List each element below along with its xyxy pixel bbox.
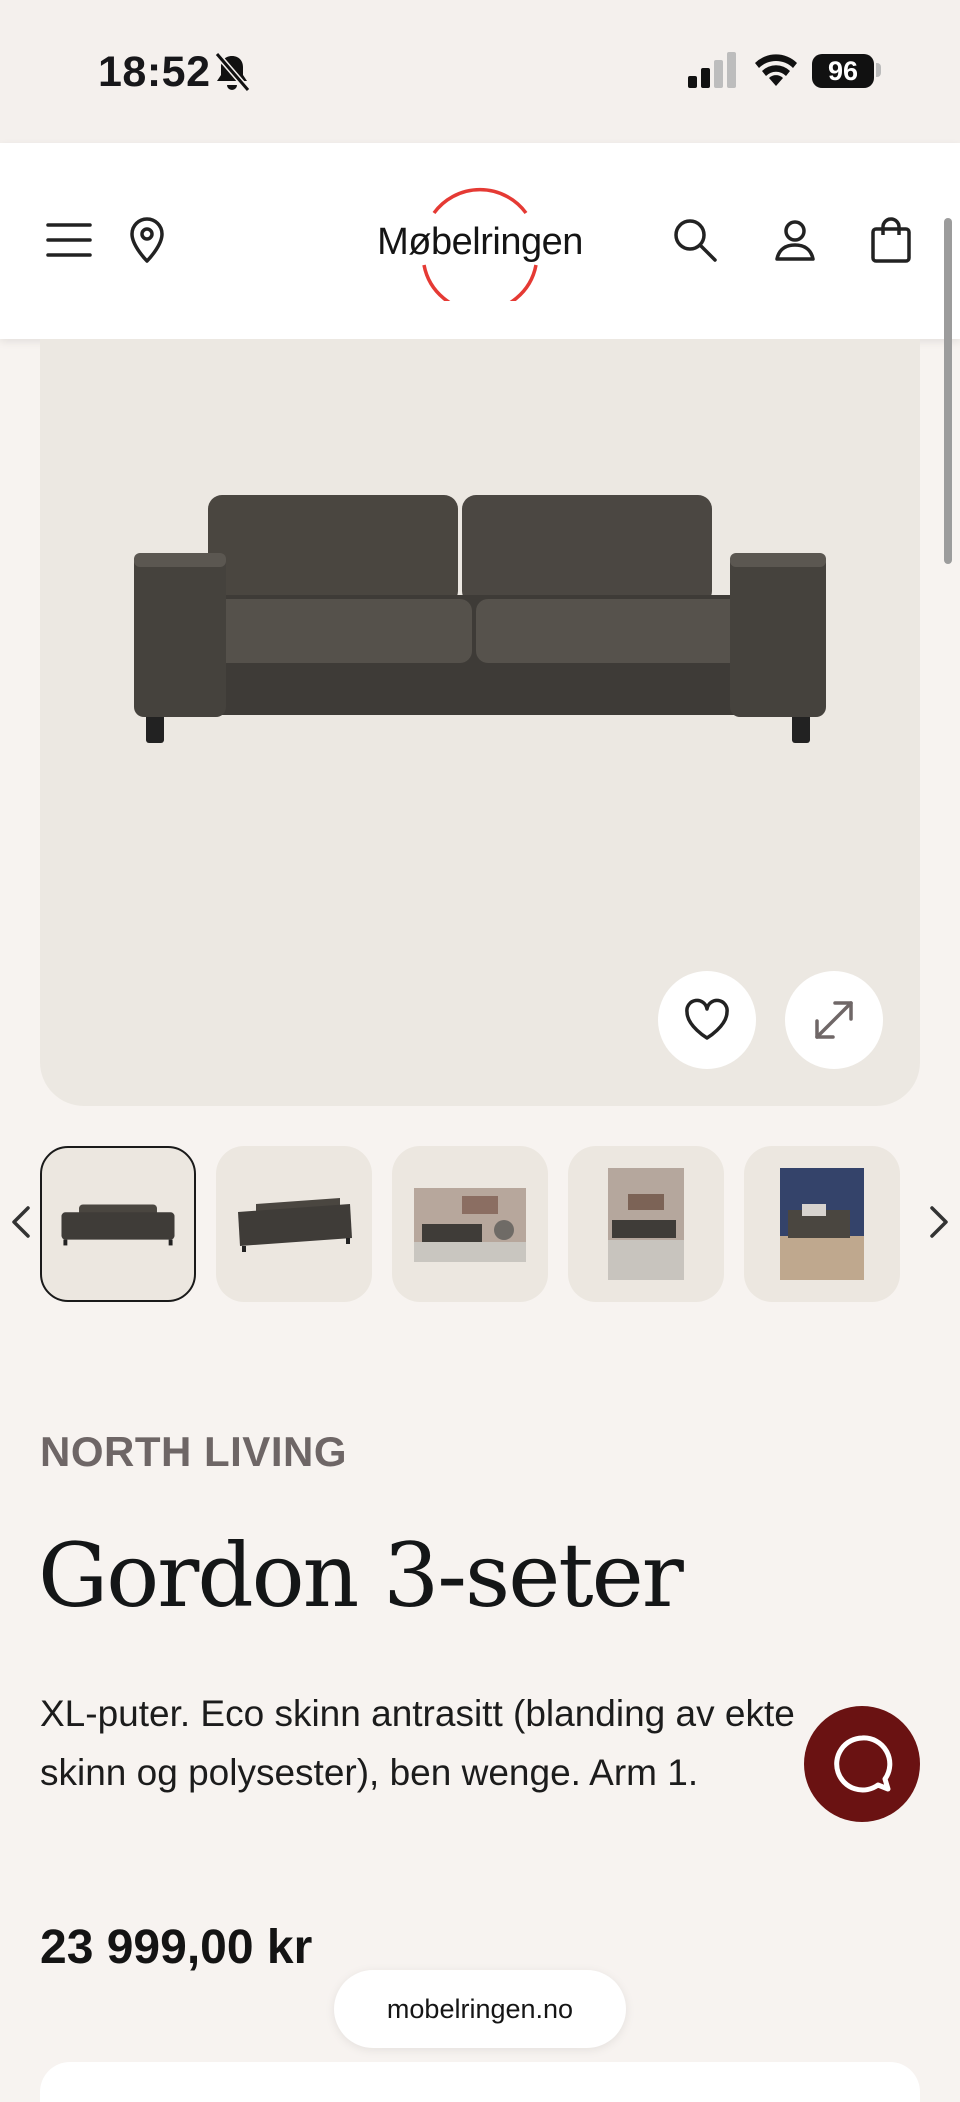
- favorite-button[interactable]: [658, 971, 756, 1069]
- chat-button[interactable]: [804, 1706, 920, 1822]
- cellular-signal-icon: [688, 52, 736, 88]
- brand-logo[interactable]: Møbelringen: [360, 183, 600, 301]
- thumbnail-3[interactable]: [392, 1146, 548, 1302]
- bottom-panel: [40, 2062, 920, 2102]
- browser-url-bar[interactable]: mobelringen.no: [334, 1970, 626, 2048]
- status-time: 18:52: [98, 48, 211, 96]
- site-header: Møbelringen: [0, 143, 960, 339]
- product-description: XL-puter. Eco skinn antrasitt (blanding …: [40, 1693, 795, 1793]
- fullscreen-button[interactable]: [785, 971, 883, 1069]
- sofa-image: [134, 495, 826, 743]
- search-icon[interactable]: [670, 215, 720, 265]
- menu-icon[interactable]: [44, 215, 94, 265]
- product-price: 23 999,00 kr: [40, 1921, 313, 1974]
- thumbnail-2[interactable]: [216, 1146, 372, 1302]
- thumbnails-next-icon[interactable]: [924, 1200, 954, 1244]
- product-brand[interactable]: NORTH LIVING: [40, 1428, 347, 1476]
- thumbnail-5[interactable]: [744, 1146, 900, 1302]
- thumbnail-blue-wall: [780, 1168, 864, 1280]
- store-location-icon[interactable]: [122, 215, 172, 265]
- thumbnail-sofa-angle: [238, 1198, 352, 1252]
- product-title: Gordon 3-seter: [38, 1524, 684, 1627]
- chat-bubble-icon: [834, 1735, 893, 1793]
- thumbnail-4[interactable]: [568, 1146, 724, 1302]
- status-bar: 18:52 96: [0, 0, 960, 143]
- thumbnail-strip: [0, 1146, 960, 1302]
- battery-indicator: 96: [812, 54, 874, 88]
- wifi-icon: [755, 54, 797, 86]
- page-scrollbar[interactable]: [944, 218, 952, 564]
- heart-icon: [685, 998, 729, 1040]
- thumbnail-1[interactable]: [40, 1146, 196, 1302]
- logo-text: Møbelringen: [377, 221, 583, 263]
- thumbnail-living-room: [414, 1188, 526, 1262]
- bell-muted-icon: [214, 52, 251, 92]
- expand-icon: [815, 1001, 853, 1039]
- shopping-bag-icon[interactable]: [866, 215, 916, 265]
- battery-tip: [876, 63, 881, 77]
- product-main-image[interactable]: [40, 339, 920, 1106]
- thumbnail-sofa-front: [61, 1204, 175, 1246]
- thumbnail-room-view: [608, 1168, 684, 1280]
- account-icon[interactable]: [770, 215, 820, 265]
